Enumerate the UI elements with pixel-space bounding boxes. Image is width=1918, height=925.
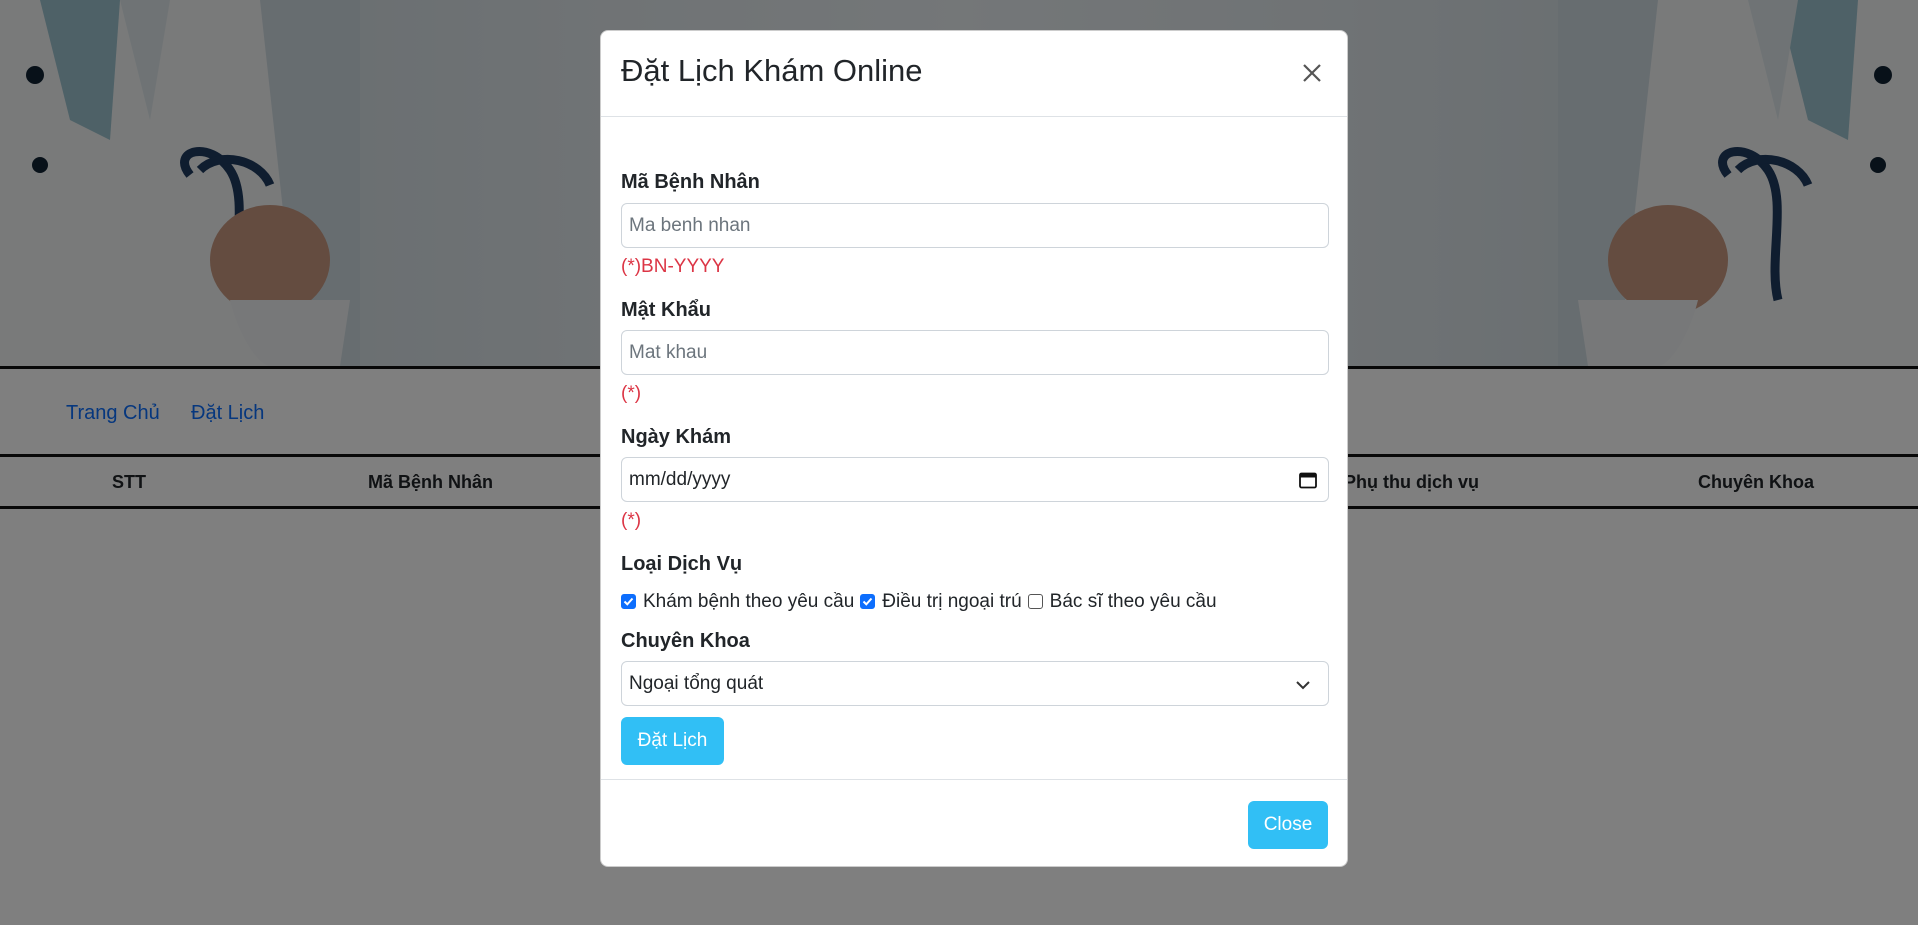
password-label: Mật Khẩu [621,299,711,321]
service-option-on-demand[interactable]: Khám bệnh theo yêu cầu [621,591,854,613]
modal-header: Đặt Lịch Khám Online [601,31,1347,117]
specialty-select[interactable]: Ngoại tổng quát [621,661,1329,706]
close-button[interactable]: Close [1248,801,1328,849]
modal-footer: Close [601,779,1347,867]
calendar-icon[interactable] [1298,470,1318,490]
checkbox-label: Khám bệnh theo yêu cầu [643,591,855,612]
service-option-outpatient[interactable]: Điều trị ngoại trú [860,591,1022,613]
checkbox[interactable] [621,593,636,609]
date-input[interactable]: mm/dd/yyyy [621,457,1329,502]
checkbox-label: Điều trị ngoại trú [882,591,1022,612]
service-label: Loại Dịch Vụ [621,553,743,575]
date-hint: (*) [621,510,642,531]
password-input[interactable] [621,330,1329,375]
patient-id-input[interactable] [621,203,1329,248]
specialty-selected-value: Ngoại tổng quát [629,672,764,694]
date-value: mm/dd/yyyy [629,468,731,490]
chevron-down-icon [1296,681,1310,690]
checkbox-label: Bác sĩ theo yêu cầu [1049,591,1217,612]
service-option-doctor-request[interactable]: Bác sĩ theo yêu cầu [1027,591,1217,613]
date-label: Ngày Khám [621,426,732,448]
patient-id-hint: (*)BN-YYYY [621,256,725,277]
booking-modal: Đặt Lịch Khám Online Mã Bệnh Nhân (*)BN-… [600,30,1348,867]
patient-id-label: Mã Bệnh Nhân [621,171,760,193]
checkbox[interactable] [860,593,876,609]
service-checkbox-group: Khám bệnh theo yêu cầu Điều trị ngoại tr… [621,587,1223,617]
password-hint: (*) [621,383,642,404]
checkbox[interactable] [1027,593,1043,609]
modal-title: Đặt Lịch Khám Online [621,53,923,88]
specialty-label: Chuyên Khoa [621,630,750,652]
close-icon[interactable] [1295,56,1329,90]
submit-booking-button[interactable]: Đặt Lịch [621,717,724,765]
